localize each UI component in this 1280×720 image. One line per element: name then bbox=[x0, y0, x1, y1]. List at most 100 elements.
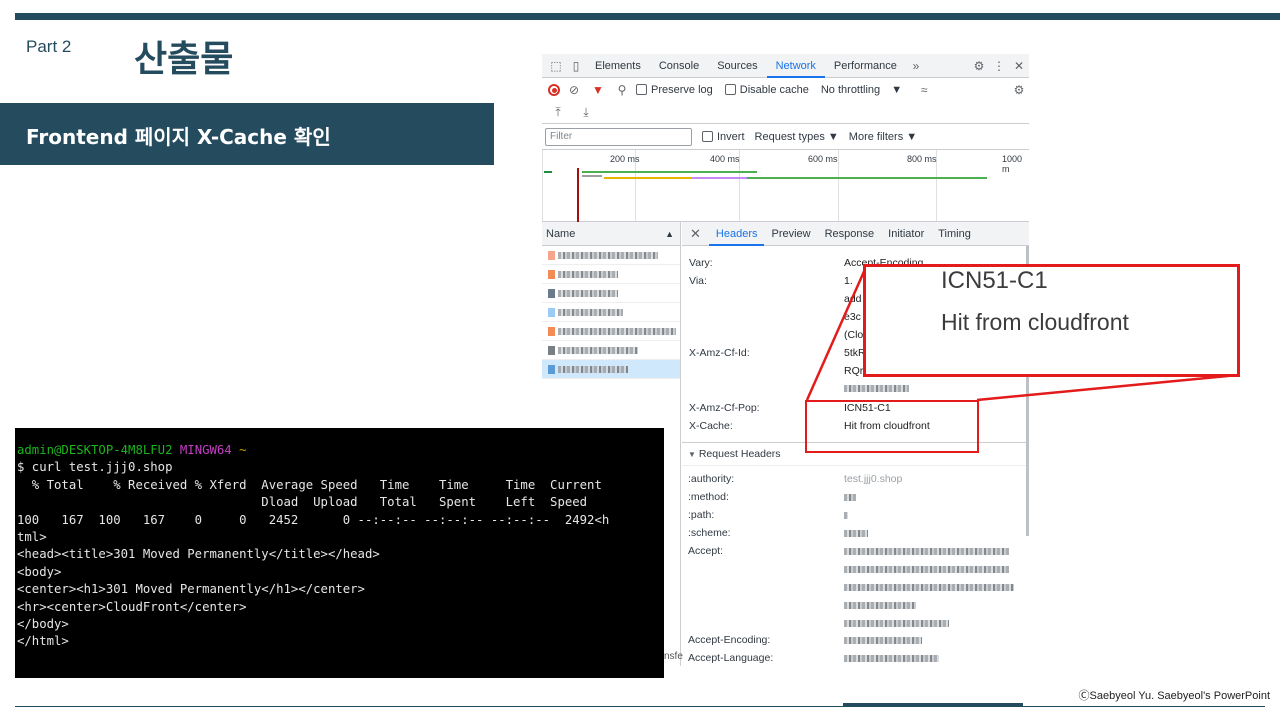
part-label: Part 2 bbox=[26, 37, 72, 56]
request-types-label: Request types bbox=[754, 130, 825, 143]
request-headers-label: Request Headers bbox=[698, 448, 781, 460]
inspect-element-icon[interactable]: ⬚ bbox=[546, 57, 566, 75]
terminal-window: admin@DESKTOP-4M8LFU2 MINGW64 ~ $ curl t… bbox=[15, 428, 664, 678]
more-tabs-icon[interactable]: » bbox=[906, 57, 926, 75]
blurred-value bbox=[844, 548, 1009, 555]
terminal-line: tml> bbox=[17, 530, 47, 545]
request-row[interactable] bbox=[542, 303, 680, 322]
blurred-value bbox=[844, 566, 1009, 573]
request-row[interactable] bbox=[542, 322, 680, 341]
network-settings-gear-icon[interactable]: ⚙ bbox=[1009, 81, 1029, 99]
slide-title: 산출물 bbox=[134, 39, 234, 80]
close-detail-icon[interactable]: ✕ bbox=[682, 226, 709, 242]
timeline-tick: 400 ms bbox=[710, 154, 740, 164]
request-row[interactable] bbox=[542, 246, 680, 265]
terminal-line: % Total % Received % Xferd Average Speed… bbox=[17, 477, 602, 492]
import-har-icon[interactable]: ⤒ bbox=[548, 104, 568, 122]
header-name: X-Amz-Cf-Pop: bbox=[689, 402, 760, 414]
header-value-fragment: e3c bbox=[844, 311, 861, 323]
terminal-line: Dload Upload Total Spent Left Speed bbox=[17, 495, 588, 510]
header-name: X-Amz-Cf-Id: bbox=[689, 347, 750, 359]
prompt-user: admin@DESKTOP-4M8LFU2 bbox=[17, 443, 173, 457]
copyright-notice: ⒸSaebyeol Yu. Saebyeol's PowerPoint bbox=[1078, 690, 1270, 702]
name-column-header[interactable]: Name ▲ bbox=[542, 222, 680, 246]
prompt-dir: ~ bbox=[239, 443, 247, 457]
terminal-line: <hr><center>CloudFront</center> bbox=[17, 599, 247, 614]
tab-timing[interactable]: Timing bbox=[931, 222, 978, 246]
tab-console[interactable]: Console bbox=[650, 54, 708, 78]
wifi-conditions-icon[interactable]: ≈ bbox=[914, 81, 934, 99]
invert-checkbox[interactable]: Invert bbox=[702, 130, 745, 143]
blurred-value bbox=[844, 512, 848, 519]
header-value: test.jjj0.shop bbox=[844, 473, 903, 485]
blurred-value bbox=[844, 637, 922, 644]
chevron-down-icon: ▼ bbox=[906, 130, 918, 143]
tab-sources[interactable]: Sources bbox=[708, 54, 766, 78]
tab-network[interactable]: Network bbox=[766, 54, 825, 78]
x-cache-highlight-box bbox=[805, 400, 979, 453]
timeline-tick: 200 ms bbox=[610, 154, 640, 164]
request-row[interactable] bbox=[542, 265, 680, 284]
blurred-value bbox=[844, 655, 939, 662]
timeline-tick: 800 ms bbox=[907, 154, 937, 164]
terminal-line: <body> bbox=[17, 564, 62, 579]
blurred-value bbox=[844, 385, 909, 392]
more-filters-dropdown[interactable]: More filters ▼ bbox=[849, 131, 917, 143]
header-name: :scheme: bbox=[688, 527, 731, 539]
request-types-dropdown[interactable]: Request types ▼ bbox=[755, 131, 839, 143]
request-row[interactable] bbox=[542, 341, 680, 360]
header-name: Accept-Encoding: bbox=[688, 634, 771, 646]
header-name: Vary: bbox=[689, 257, 713, 269]
kebab-menu-icon[interactable]: ⋮ bbox=[989, 57, 1009, 75]
preserve-log-checkbox[interactable]: Preserve log bbox=[636, 84, 713, 96]
zoom-callout: ICN51-C1 Hit from cloudfront bbox=[863, 264, 1240, 377]
clear-icon[interactable]: ⊘ bbox=[564, 81, 584, 99]
disable-cache-checkbox[interactable]: Disable cache bbox=[724, 84, 809, 96]
tab-preview[interactable]: Preview bbox=[764, 222, 817, 246]
filter-bar: Filter Invert Request types ▼ More filte… bbox=[542, 124, 1029, 150]
header-name: Via: bbox=[689, 275, 707, 287]
terminal-line: </body> bbox=[17, 617, 69, 632]
zoom-pop-value: ICN51-C1 bbox=[941, 267, 1048, 294]
request-row-selected[interactable] bbox=[542, 360, 680, 379]
request-row[interactable] bbox=[542, 284, 680, 303]
terminal-line: </html> bbox=[17, 634, 69, 649]
devtools-tabbar: ⬚ ▯ Elements Console Sources Network Per… bbox=[542, 54, 1029, 78]
import-export-toolbar: ⤒ ⤓ bbox=[542, 102, 1029, 124]
header-name: Accept: bbox=[688, 545, 724, 557]
disable-cache-label: Disable cache bbox=[739, 84, 809, 96]
network-timeline-overview[interactable]: 200 ms 400 ms 600 ms 800 ms 1000 m bbox=[542, 150, 1029, 222]
throttling-select[interactable]: No throttling ▼ bbox=[821, 84, 902, 96]
terminal-line: <center><h1>301 Moved Permanently</h1></… bbox=[17, 582, 365, 597]
search-icon[interactable]: ⚲ bbox=[612, 81, 632, 99]
device-toolbar-icon[interactable]: ▯ bbox=[566, 57, 586, 75]
chevron-down-icon: ▼ bbox=[891, 84, 903, 96]
header-name: X-Cache: bbox=[689, 420, 733, 432]
terminal-line: <head><title>301 Moved Permanently</titl… bbox=[17, 547, 380, 562]
close-icon[interactable]: ✕ bbox=[1009, 57, 1029, 75]
invert-label: Invert bbox=[717, 130, 745, 143]
timeline-tick: 600 ms bbox=[808, 154, 838, 164]
terminal-line: $ curl test.jjj0.shop bbox=[17, 460, 173, 475]
blurred-value bbox=[844, 584, 1014, 591]
tab-headers[interactable]: Headers bbox=[708, 222, 765, 246]
timeline-tick: 1000 m bbox=[1002, 154, 1023, 174]
gear-icon[interactable]: ⚙ bbox=[969, 57, 989, 75]
detail-tabbar: ✕ Headers Preview Response Initiator Tim… bbox=[682, 222, 1029, 246]
throttling-value: No throttling bbox=[820, 84, 881, 96]
export-har-icon[interactable]: ⤓ bbox=[576, 104, 596, 122]
tab-response[interactable]: Response bbox=[818, 222, 882, 246]
filter-funnel-icon[interactable]: ▼ bbox=[588, 81, 608, 99]
filter-input[interactable]: Filter bbox=[545, 127, 692, 146]
tab-performance[interactable]: Performance bbox=[825, 54, 906, 78]
tab-initiator[interactable]: Initiator bbox=[881, 222, 931, 246]
preserve-log-label: Preserve log bbox=[651, 84, 713, 96]
bottom-rule bbox=[15, 706, 1265, 707]
record-icon[interactable] bbox=[548, 84, 560, 96]
top-accent-bar bbox=[15, 13, 1280, 20]
chevron-down-icon: ▼ bbox=[827, 130, 839, 143]
subtitle-banner: Frontend 페이지 X-Cache 확인 bbox=[0, 103, 494, 165]
name-header-label: Name bbox=[546, 228, 576, 240]
header-name: Accept-Language: bbox=[688, 652, 774, 664]
tab-elements[interactable]: Elements bbox=[586, 54, 650, 78]
